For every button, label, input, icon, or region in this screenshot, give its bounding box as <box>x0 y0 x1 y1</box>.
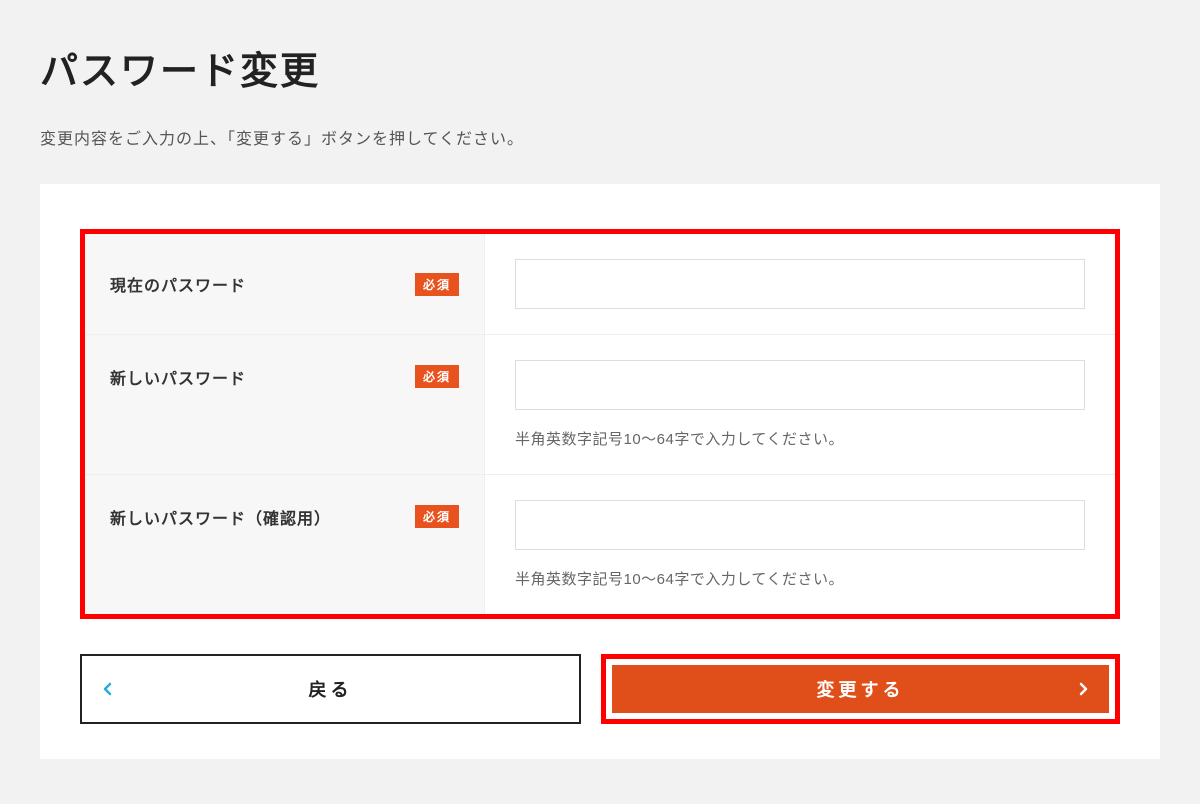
label-current-password: 現在のパスワード <box>110 272 246 296</box>
input-cell-confirm: 半角英数字記号10～64字で入力してください。 <box>485 475 1115 614</box>
submit-button-label: 変更する <box>817 676 905 702</box>
required-badge: 必須 <box>415 365 459 388</box>
input-cell-new: 半角英数字記号10～64字で入力してください。 <box>485 335 1115 474</box>
back-button[interactable]: 戻る <box>80 654 581 724</box>
label-cell-confirm: 新しいパスワード（確認用） 必須 <box>85 475 485 614</box>
required-badge: 必須 <box>415 505 459 528</box>
label-confirm-password: 新しいパスワード（確認用） <box>110 505 331 529</box>
input-cell-current <box>485 234 1115 334</box>
submit-button[interactable]: 変更する <box>612 665 1109 713</box>
button-row: 戻る 変更する <box>80 654 1120 724</box>
chevron-right-icon <box>1079 682 1089 696</box>
submit-button-highlight: 変更する <box>601 654 1120 724</box>
confirm-password-input[interactable] <box>515 500 1085 550</box>
form-table: 現在のパスワード 必須 新しいパスワード 必須 半角英数字記号10～64字で入力… <box>80 229 1120 619</box>
page-title: パスワード変更 <box>40 40 1160 95</box>
page-container: パスワード変更 変更内容をご入力の上、「変更する」ボタンを押してください。 現在… <box>0 0 1200 759</box>
label-cell-current: 現在のパスワード 必須 <box>85 234 485 334</box>
required-badge: 必須 <box>415 273 459 296</box>
form-panel: 現在のパスワード 必須 新しいパスワード 必須 半角英数字記号10～64字で入力… <box>40 184 1160 759</box>
page-description: 変更内容をご入力の上、「変更する」ボタンを押してください。 <box>40 125 1160 149</box>
row-new-password: 新しいパスワード 必須 半角英数字記号10～64字で入力してください。 <box>85 335 1115 475</box>
back-button-label: 戻る <box>309 676 353 702</box>
chevron-left-icon <box>102 682 112 696</box>
help-confirm-password: 半角英数字記号10～64字で入力してください。 <box>515 568 1085 589</box>
label-cell-new: 新しいパスワード 必須 <box>85 335 485 474</box>
new-password-input[interactable] <box>515 360 1085 410</box>
row-current-password: 現在のパスワード 必須 <box>85 234 1115 335</box>
row-confirm-password: 新しいパスワード（確認用） 必須 半角英数字記号10～64字で入力してください。 <box>85 475 1115 614</box>
current-password-input[interactable] <box>515 259 1085 309</box>
help-new-password: 半角英数字記号10～64字で入力してください。 <box>515 428 1085 449</box>
label-new-password: 新しいパスワード <box>110 365 246 389</box>
